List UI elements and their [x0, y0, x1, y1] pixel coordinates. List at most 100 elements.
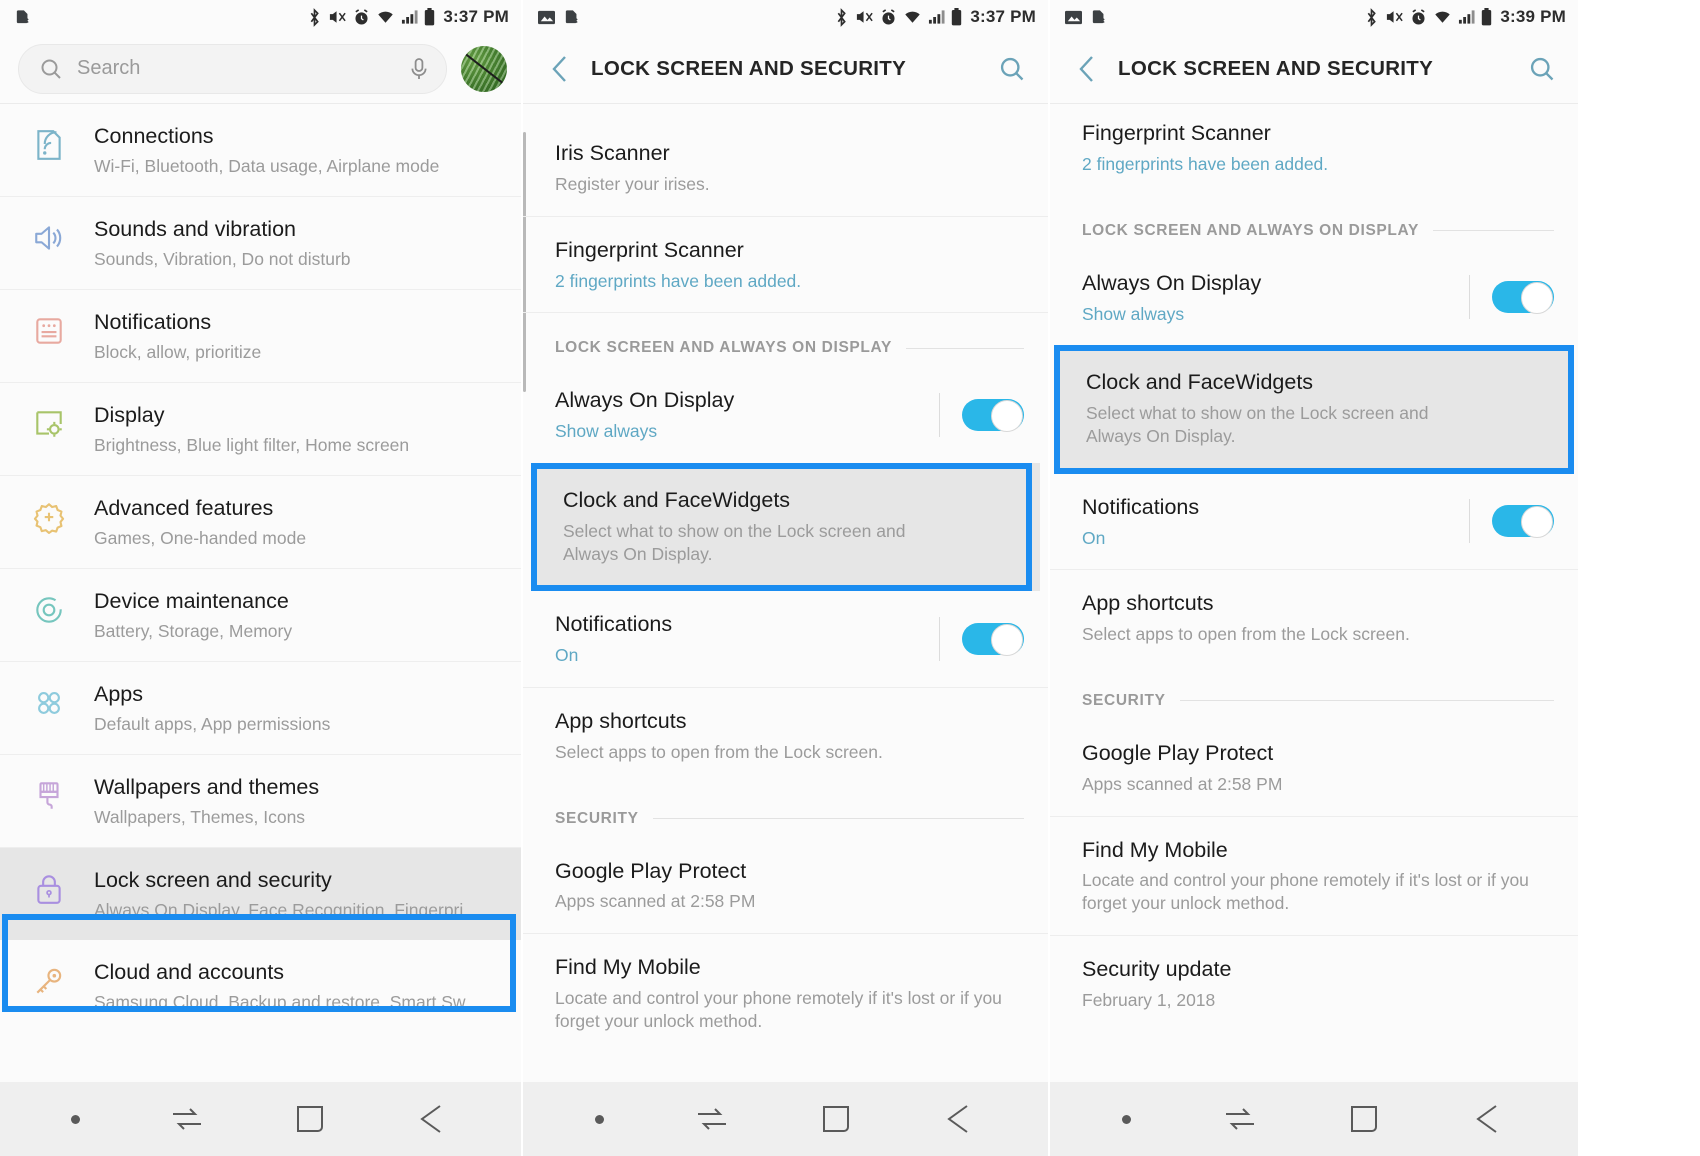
back-icon[interactable]	[416, 1104, 450, 1134]
row-clock-and-facewidgets[interactable]: Clock and FaceWidgets Select what to sho…	[1054, 345, 1574, 474]
page-header: LOCK SCREEN AND SECURITY	[523, 34, 1048, 104]
back-icon[interactable]	[1472, 1104, 1506, 1134]
home-icon[interactable]	[294, 1103, 326, 1135]
sim-card-off-icon	[1092, 9, 1105, 23]
item-title: Wallpapers and themes	[94, 775, 320, 800]
key-icon	[26, 959, 72, 998]
page-title: LOCK SCREEN AND SECURITY	[591, 56, 907, 80]
row-title: Iris Scanner	[555, 141, 670, 165]
dot-indicator[interactable]	[71, 1114, 80, 1124]
status-left-icons	[537, 9, 580, 26]
row-text: Fingerprint Scanner 2 fingerprints have …	[555, 237, 1024, 293]
signal-icon	[402, 10, 418, 24]
settings-item-connections[interactable]: Connections Wi-Fi, Bluetooth, Data usage…	[0, 104, 521, 198]
row-subtitle: Select what to show on the Lock screen a…	[1086, 403, 1429, 446]
row-google-play-protect[interactable]: Google Play Protect Apps scanned at 2:58…	[1050, 720, 1578, 817]
search-icon[interactable]	[998, 55, 1026, 83]
recents-icon[interactable]	[1223, 1104, 1257, 1134]
settings-item-display[interactable]: Display Brightness, Blue light filter, H…	[0, 383, 521, 477]
four-circles-icon	[26, 681, 72, 720]
row-text: Clock and FaceWidgets Select what to sho…	[1086, 369, 1550, 447]
row-find-my-mobile[interactable]: Find My Mobile Locate and control your p…	[523, 934, 1048, 1052]
toggle-wrap	[1451, 275, 1554, 320]
settings-item-apps[interactable]: Apps Default apps, App permissions	[0, 662, 521, 756]
notification-card-icon	[26, 309, 72, 348]
page-title: LOCK SCREEN AND SECURITY	[1118, 56, 1434, 80]
home-icon[interactable]	[820, 1103, 852, 1135]
microphone-icon[interactable]	[408, 57, 430, 81]
status-right-icons: 3:37 PM	[307, 7, 509, 27]
settings-item-device-maintenance[interactable]: Device maintenance Battery, Storage, Mem…	[0, 569, 521, 663]
item-subtitle: Wi-Fi, Bluetooth, Data usage, Airplane m…	[94, 155, 440, 176]
recents-icon[interactable]	[170, 1104, 204, 1134]
row-app-shortcuts[interactable]: App shortcuts Select apps to open from t…	[1050, 570, 1578, 666]
home-icon[interactable]	[1348, 1103, 1380, 1135]
list-top-gap	[523, 104, 1048, 120]
row-notifications[interactable]: Notifications On	[523, 591, 1048, 688]
navigation-bar	[1050, 1082, 1578, 1156]
row-title: Always On Display	[555, 388, 735, 413]
row-fingerprint-scanner[interactable]: Fingerprint Scanner 2 fingerprints have …	[523, 217, 1048, 314]
always-on-display-toggle[interactable]	[1492, 281, 1554, 315]
row-subtitle: Select apps to open from the Lock screen…	[555, 741, 883, 762]
section-label: SECURITY	[1082, 691, 1166, 709]
row-security-update[interactable]: Security update February 1, 2018	[1050, 936, 1578, 1032]
image-icon	[1065, 10, 1082, 24]
three-panel-screenshot: 3:37 PM Search Connections Wi-Fi, Blueto…	[0, 0, 1700, 1156]
settings-item-notifications[interactable]: Notifications Block, allow, prioritize	[0, 290, 521, 384]
avatar[interactable]	[461, 45, 507, 92]
toggle-divider	[1469, 499, 1470, 544]
settings-item-lock-screen-and-security[interactable]: Lock screen and security Always On Displ…	[0, 848, 521, 941]
item-title: Device maintenance	[94, 589, 289, 614]
row-title: App shortcuts	[1082, 591, 1214, 616]
section-label: LOCK SCREEN AND ALWAYS ON DISPLAY	[1082, 221, 1419, 239]
settings-list: Connections Wi-Fi, Bluetooth, Data usage…	[0, 104, 521, 1082]
highlighted-row-container: Clock and FaceWidgets Select what to sho…	[1050, 345, 1578, 474]
bluetooth-icon	[311, 7, 320, 27]
back-icon[interactable]	[943, 1104, 977, 1134]
row-notifications[interactable]: Notifications On	[1050, 474, 1578, 571]
item-subtitle: Battery, Storage, Memory	[94, 620, 293, 641]
item-title: Advanced features	[94, 496, 274, 521]
mute-vibrate-icon	[857, 11, 874, 23]
item-subtitle: Sounds, Vibration, Do not disturb	[94, 248, 351, 269]
status-time: 3:37 PM	[443, 7, 509, 26]
status-right-icons: 3:37 PM	[834, 7, 1036, 27]
notifications-toggle[interactable]	[962, 623, 1024, 657]
dot-indicator[interactable]	[1121, 1114, 1131, 1124]
search-icon[interactable]	[1528, 55, 1556, 83]
settings-item-wallpapers-and-themes[interactable]: Wallpapers and themes Wallpapers, Themes…	[0, 755, 521, 849]
row-title: App shortcuts	[555, 708, 687, 733]
row-title: Clock and FaceWidgets	[563, 487, 791, 512]
status-right-icons: 3:39 PM	[1364, 7, 1566, 27]
refresh-circle-icon	[26, 588, 72, 627]
recents-icon[interactable]	[695, 1104, 729, 1134]
signal-icon	[1459, 10, 1475, 24]
dot-indicator[interactable]	[594, 1114, 604, 1124]
settings-item-sounds-and-vibration[interactable]: Sounds and vibration Sounds, Vibration, …	[0, 197, 521, 291]
section-security: SECURITY	[1050, 666, 1578, 720]
row-fingerprint-scanner[interactable]: Fingerprint Scanner 2 fingerprints have …	[1050, 104, 1578, 196]
wifi-icon	[1435, 11, 1451, 23]
settings-item-advanced-features[interactable]: Advanced features Games, One-handed mode	[0, 476, 521, 570]
back-chevron-icon[interactable]	[547, 54, 573, 84]
row-iris-scanner[interactable]: Iris Scanner Register your irises.	[523, 120, 1048, 217]
row-find-my-mobile[interactable]: Find My Mobile Locate and control your p…	[1050, 817, 1578, 936]
section-divider	[905, 347, 1024, 349]
row-text: Always On Display Show always	[555, 387, 921, 443]
row-clock-and-facewidgets[interactable]: Clock and FaceWidgets Select what to sho…	[531, 462, 1040, 592]
row-text: App shortcuts Select apps to open from t…	[1082, 590, 1554, 646]
row-subtitle: Apps scanned at 2:58 PM	[1082, 773, 1283, 794]
toggle-divider	[1469, 275, 1470, 320]
always-on-display-toggle[interactable]	[962, 399, 1024, 433]
notifications-toggle[interactable]	[1492, 505, 1554, 539]
search-input[interactable]: Search	[18, 43, 447, 94]
row-always-on-display[interactable]: Always On Display Show always	[523, 367, 1048, 463]
row-title: Google Play Protect	[555, 858, 747, 883]
row-app-shortcuts[interactable]: App shortcuts Select apps to open from t…	[523, 688, 1048, 784]
settings-item-cloud-and-accounts[interactable]: Cloud and accounts Samsung Cloud, Backup…	[0, 940, 521, 1032]
row-always-on-display[interactable]: Always On Display Show always	[1050, 250, 1578, 346]
row-google-play-protect[interactable]: Google Play Protect Apps scanned at 2:58…	[523, 838, 1048, 935]
back-chevron-icon[interactable]	[1074, 54, 1100, 84]
status-bar: 3:39 PM	[1050, 0, 1578, 34]
